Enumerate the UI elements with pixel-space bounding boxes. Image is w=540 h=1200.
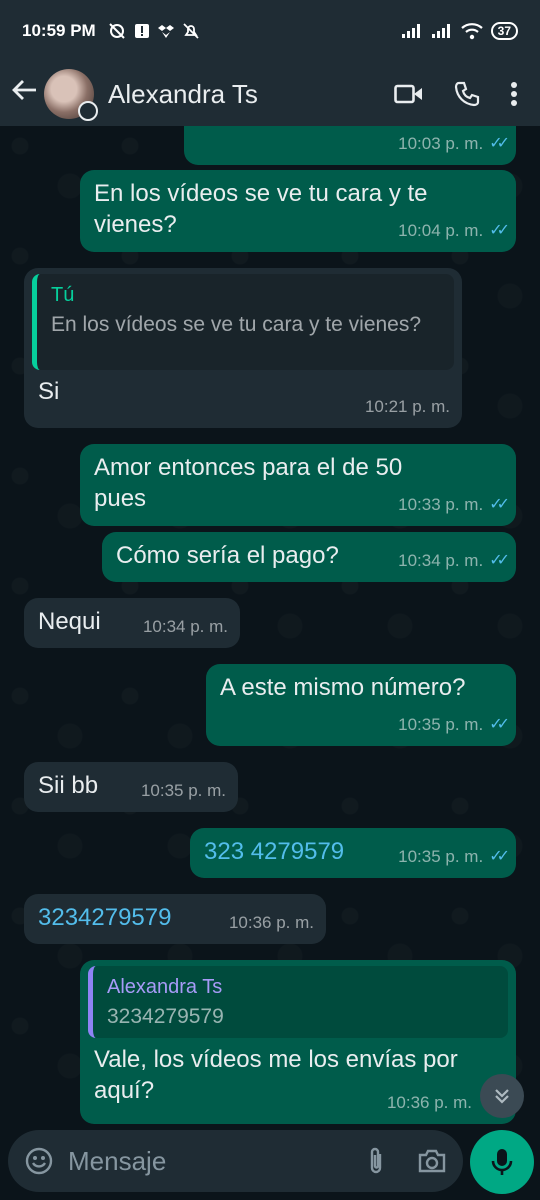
quoted-message[interactable]: Alexandra Ts 3234279579	[88, 966, 508, 1038]
quote-text: 3234279579	[107, 1005, 224, 1028]
message-time: 10:35 p. m.	[398, 847, 484, 866]
message-time: 10:33 p. m.	[398, 495, 484, 514]
contact-name[interactable]: Alexandra Ts	[108, 79, 258, 110]
back-arrow-icon[interactable]	[10, 76, 40, 112]
quote-author: Alexandra Ts	[107, 976, 223, 998]
message-bubble-outgoing[interactable]: En los vídeos se ve tu cara y te vienes?…	[80, 170, 516, 252]
wifi-icon	[460, 23, 483, 40]
status-time: 10:59 PM	[22, 21, 96, 40]
phone-call-icon[interactable]	[454, 81, 480, 107]
read-ticks-icon: ✓✓	[489, 716, 510, 733]
battery-indicator: 37	[490, 22, 518, 40]
chat-header: Alexandra Ts	[0, 62, 540, 126]
message-time: 10:36 p. m.	[386, 1093, 472, 1112]
status-clock-icon	[78, 101, 98, 121]
read-ticks-icon: ✓✓	[489, 222, 510, 239]
camera-icon[interactable]	[417, 1148, 447, 1174]
message-time: 10:36 p. m.	[228, 913, 314, 932]
message-bubble-outgoing[interactable]: Amor entonces para el de 50 pues 10:33 p…	[80, 444, 516, 526]
message-bubble-outgoing[interactable]: 10:03 p. m. ✓✓	[184, 126, 516, 165]
message-bubble-incoming[interactable]: Sii bb 10:35 p. m.	[24, 762, 238, 812]
quoted-message[interactable]: Tú En los vídeos se ve tu cara y te vien…	[32, 274, 454, 370]
message-time: 10:04 p. m.	[398, 221, 484, 240]
dropbox-icon	[157, 25, 174, 38]
signal-icon	[401, 24, 420, 38]
quote-text: En los vídeos se ve tu cara y te vienes?	[51, 313, 422, 336]
quote-author: Tú	[51, 284, 75, 306]
message-text: A este mismo número?	[220, 674, 466, 701]
read-ticks-icon: ✓✓	[489, 135, 510, 152]
message-time: 10:21 p. m.	[364, 397, 450, 416]
message-time: 10:35 p. m.	[140, 781, 226, 800]
message-time: 10:34 p. m.	[142, 617, 228, 636]
message-bubble-incoming[interactable]: Nequi 10:34 p. m.	[24, 598, 240, 648]
read-ticks-icon: ✓✓	[489, 496, 510, 513]
attach-icon[interactable]	[365, 1146, 387, 1176]
notification-icon	[134, 24, 149, 38]
message-input[interactable]: Mensaje	[68, 1146, 166, 1177]
chat-area[interactable]: 10:03 p. m. ✓✓ En los vídeos se ve tu car…	[0, 126, 540, 1126]
video-call-icon[interactable]	[394, 83, 424, 105]
double-chevron-down-icon	[495, 1089, 509, 1104]
message-bubble-outgoing[interactable]: A este mismo número? 10:35 p. m. ✓✓	[206, 664, 516, 746]
message-bubble-outgoing[interactable]: 323 4279579 10:35 p. m. ✓✓	[190, 828, 516, 878]
read-ticks-icon: ✓✓	[489, 848, 510, 865]
message-composer[interactable]: Mensaje	[8, 1130, 463, 1192]
more-options-icon[interactable]	[510, 81, 518, 107]
scroll-to-bottom-button[interactable]	[480, 1074, 524, 1118]
signal-icon	[431, 24, 450, 38]
read-ticks-icon: ✓✓	[489, 552, 510, 569]
message-bubble-outgoing[interactable]: Alexandra Ts 3234279579 Vale, los vídeos…	[80, 960, 516, 1124]
message-bubble-incoming[interactable]: 3234279579 10:36 p. m.	[24, 894, 326, 944]
message-bubble-incoming[interactable]: Tú En los vídeos se ve tu cara y te vien…	[24, 268, 462, 428]
message-time: 10:03 p. m.	[398, 134, 484, 153]
mute-bell-icon	[183, 23, 199, 39]
silent-alarm-icon	[108, 23, 125, 39]
emoji-icon[interactable]	[24, 1146, 54, 1176]
contact-avatar[interactable]	[44, 69, 98, 121]
message-time: 10:34 p. m.	[398, 551, 484, 570]
message-time: 10:35 p. m.	[398, 715, 484, 734]
microphone-icon	[491, 1149, 513, 1175]
status-bar: 10:59 PM 37	[0, 0, 540, 62]
voice-message-button[interactable]	[470, 1130, 534, 1194]
message-bubble-outgoing[interactable]: Cómo sería el pago? 10:34 p. m. ✓✓	[102, 532, 516, 582]
